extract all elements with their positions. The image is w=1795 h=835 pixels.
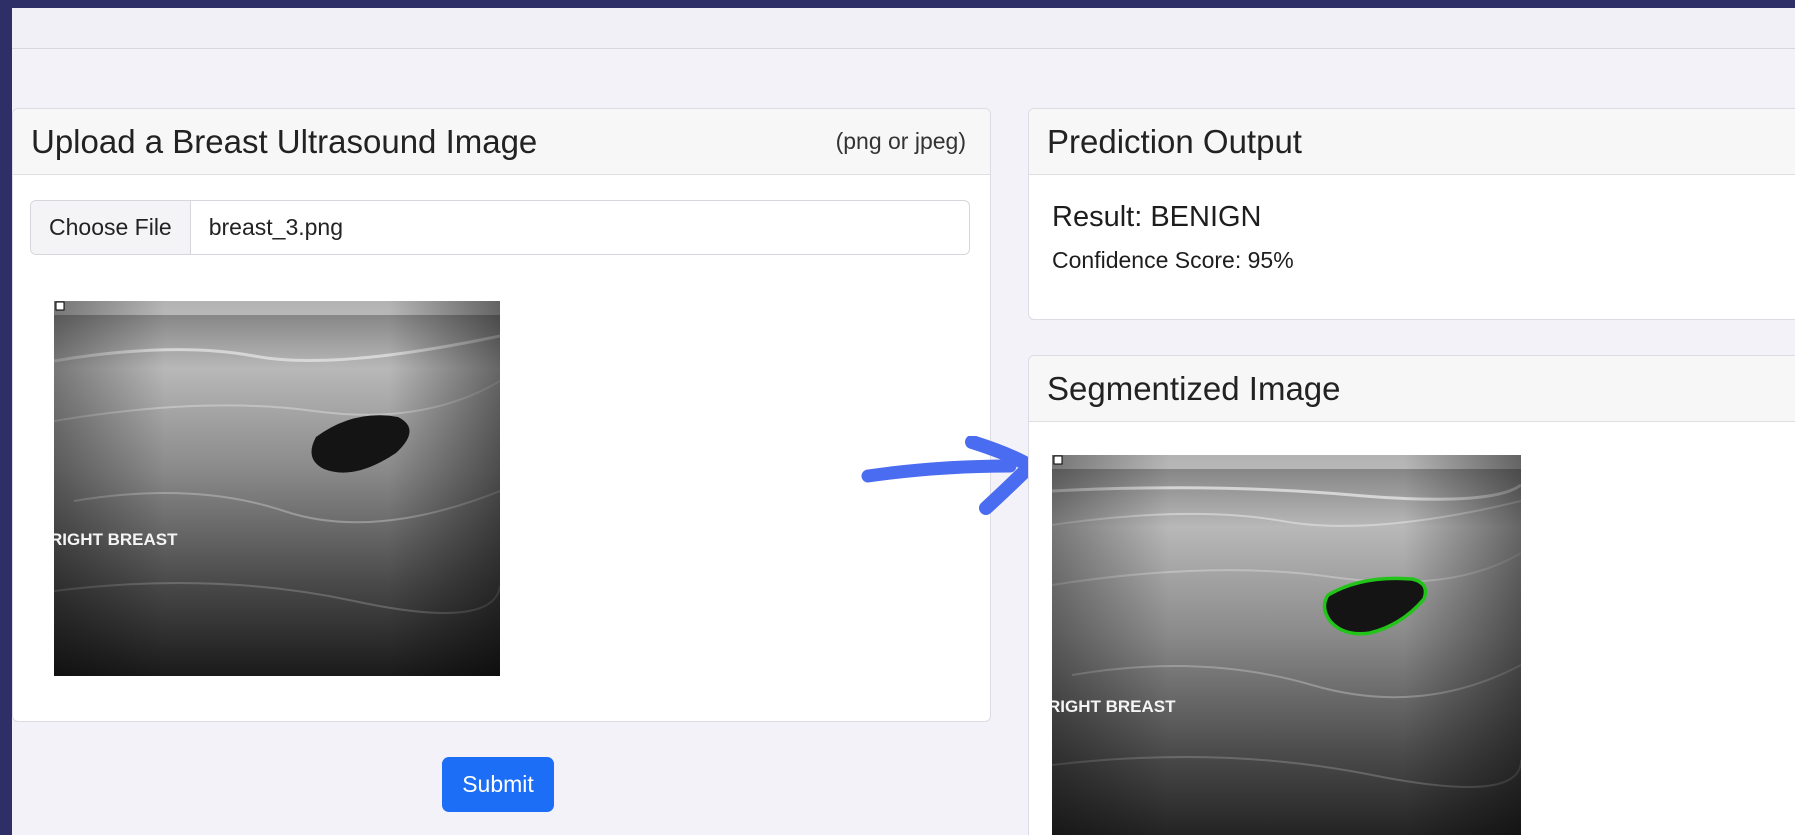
- file-type-hint: (png or jpeg): [835, 128, 966, 154]
- upload-card-title: Upload a Breast Ultrasound Image: [31, 122, 538, 160]
- selected-file-name: breast_3.png: [208, 214, 344, 240]
- upload-card: Upload a Breast Ultrasound Image (png or…: [12, 108, 991, 722]
- prediction-result: Result: BENIGN: [1052, 201, 1262, 233]
- image-overlay-label: RIGHT BREAST: [1052, 697, 1176, 716]
- right-arrow-icon: [861, 436, 1036, 515]
- choose-file-button[interactable]: Choose File: [31, 201, 191, 254]
- segmented-ultrasound-image: RIGHT BREAST: [1052, 455, 1521, 835]
- segmented-card-header: Segmentized Image: [1029, 356, 1795, 422]
- upload-card-header: Upload a Breast Ultrasound Image (png or…: [13, 109, 990, 175]
- confidence-score: Confidence Score: 95%: [1052, 247, 1294, 273]
- image-overlay-label: RIGHT BREAST: [54, 530, 178, 549]
- prediction-card-title: Prediction Output: [1047, 122, 1302, 160]
- prediction-card-header: Prediction Output: [1029, 109, 1795, 175]
- prediction-card: Prediction Output Result: BENIGN Confide…: [1028, 108, 1795, 320]
- uploaded-ultrasound-image: RIGHT BREAST: [54, 301, 500, 676]
- app-frame: Upload a Breast Ultrasound Image (png or…: [12, 8, 1795, 835]
- submit-button[interactable]: Submit: [442, 757, 554, 812]
- file-input[interactable]: Choose File breast_3.png: [30, 200, 970, 255]
- segmented-card-title: Segmentized Image: [1047, 369, 1341, 407]
- top-bar: [12, 8, 1795, 49]
- segmented-card: Segmentized Image RIGHT BREAST: [1028, 355, 1795, 835]
